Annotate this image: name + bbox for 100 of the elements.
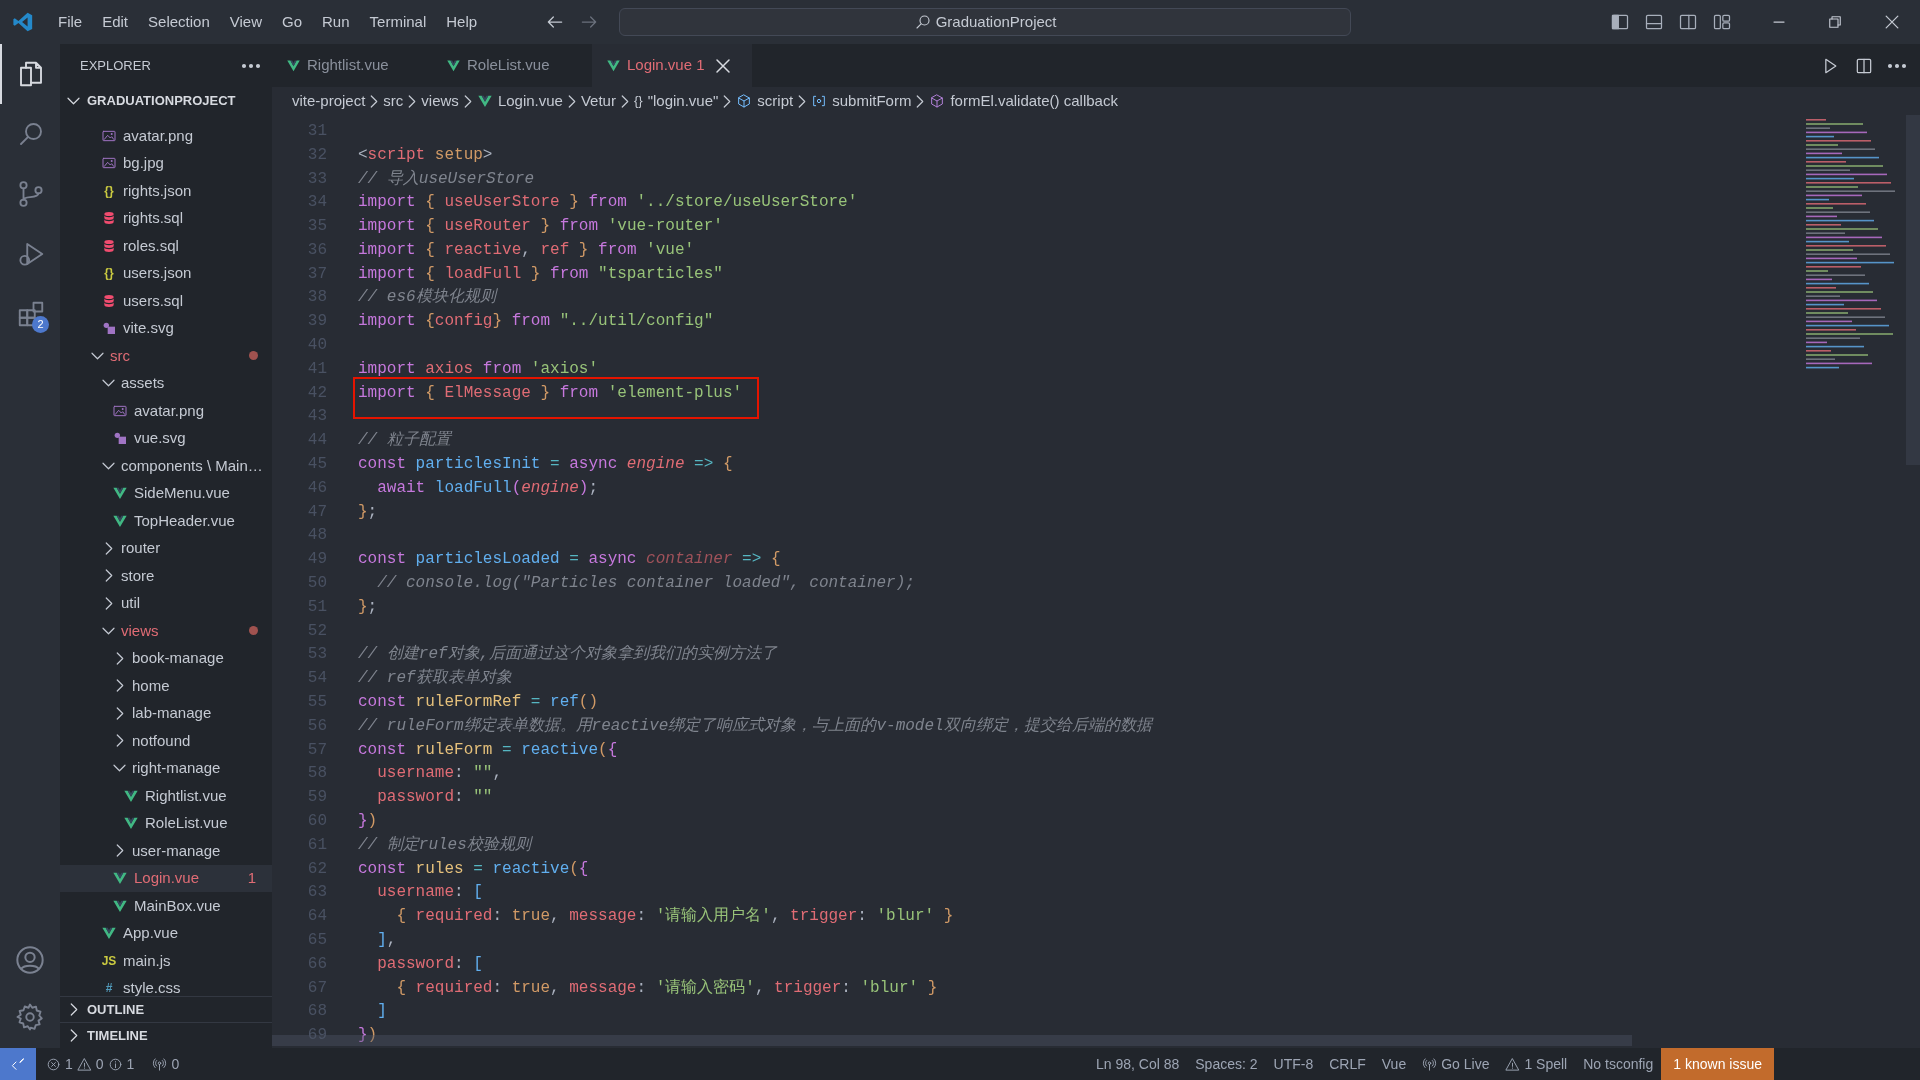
tree-item[interactable]: {} rights.json (60, 177, 272, 205)
breadcrumb-item[interactable]: formEl.validate() callback (929, 89, 1118, 113)
settings-icon[interactable] (15, 1002, 45, 1032)
status-item[interactable]: Spaces: 2 (1187, 1048, 1266, 1080)
tree-item[interactable]: router (60, 534, 272, 562)
tree-item[interactable]: RoleList.vue (60, 809, 272, 837)
warning-icon (76, 1056, 92, 1072)
code-line: }; (358, 501, 378, 523)
toggle-primary-sidebar-icon[interactable] (1610, 12, 1630, 32)
code-line: }) (358, 811, 378, 832)
editor-tab[interactable]: RoleList.vue (432, 44, 592, 87)
code-line: // 粒子配置 (358, 430, 451, 452)
tree-item[interactable]: right-manage (60, 754, 272, 782)
breadcrumb-item[interactable]: Vetur (580, 89, 616, 113)
tree-item[interactable]: TopHeader.vue (60, 507, 272, 535)
more-actions-icon[interactable] (242, 62, 260, 69)
tree-item[interactable]: rights.sql (60, 204, 272, 232)
tree-item[interactable]: util (60, 589, 272, 617)
tree-item[interactable]: bg.jpg (60, 149, 272, 177)
tree-item[interactable]: store (60, 562, 272, 590)
status-item[interactable]: 0 (152, 1048, 180, 1080)
tree-item[interactable]: App.vue (60, 919, 272, 947)
vue-file-icon (476, 93, 493, 109)
editor-tab[interactable]: Rightlist.vue (272, 44, 432, 87)
chevron-right-icon (106, 542, 112, 554)
tree-item[interactable]: users.sql (60, 287, 272, 315)
tree-item[interactable]: avatar.png (60, 122, 272, 150)
toggle-secondary-sidebar-icon[interactable] (1678, 12, 1698, 32)
status-item[interactable]: No tsconfig (1575, 1048, 1662, 1080)
tree-item[interactable]: vue.svg (60, 424, 272, 452)
tree-item[interactable]: Login.vue 1 (60, 864, 272, 892)
close-icon[interactable] (716, 59, 729, 72)
status-item[interactable]: CRLF (1321, 1048, 1374, 1080)
chevron-right-icon (621, 95, 628, 107)
toggle-panel-icon[interactable] (1644, 12, 1664, 32)
tree-item[interactable]: book-manage (60, 644, 272, 672)
source-control-icon (16, 179, 46, 209)
command-center[interactable]: GraduationProject (619, 8, 1352, 36)
status-item[interactable]: 1 (46, 1048, 73, 1080)
menu-item[interactable]: Edit (92, 7, 139, 37)
tree-item[interactable]: notfound (60, 727, 272, 755)
tree-item[interactable]: assets (60, 369, 272, 397)
breadcrumb-item[interactable]: {} "login.vue" (633, 89, 719, 113)
menu-item[interactable]: Help (436, 7, 488, 37)
json-file-icon: {} (101, 181, 117, 200)
tree-item[interactable]: SideMenu.vue (60, 479, 272, 507)
tree-item[interactable]: {} users.json (60, 259, 272, 287)
breadcrumb-item[interactable]: src (383, 89, 404, 113)
tree-item[interactable]: components \ Main… (60, 452, 272, 480)
tree-item[interactable]: home (60, 672, 272, 700)
breadcrumb-item[interactable]: Login.vue (476, 89, 563, 113)
account-icon[interactable] (14, 944, 46, 976)
tree-item[interactable]: roles.sql (60, 232, 272, 260)
tree-item[interactable]: # style.css (60, 974, 272, 996)
chevron-right-icon (409, 95, 416, 107)
status-item[interactable]: 1 (107, 1048, 135, 1080)
tree-item[interactable]: MainBox.vue (60, 892, 272, 920)
vue-file-icon (446, 58, 461, 73)
tree-item[interactable]: user-manage (60, 837, 272, 865)
tree-item[interactable]: JS main.js (60, 947, 272, 975)
menu-item[interactable]: Go (272, 7, 312, 37)
section-header[interactable]: OUTLINE (60, 996, 272, 1022)
info-icon (107, 1056, 123, 1072)
project-folder-header[interactable]: GRADUATIONPROJECT (60, 87, 272, 115)
status-item[interactable]: Ln 98, Col 88 (1088, 1048, 1188, 1080)
warning-icon (1505, 1056, 1521, 1072)
menu-item[interactable]: Selection (138, 7, 220, 37)
status-item[interactable]: 1 Spell (1497, 1048, 1576, 1080)
customize-layout-icon[interactable] (1712, 12, 1732, 32)
menu-item[interactable]: File (48, 7, 93, 37)
restore-icon[interactable] (1826, 13, 1844, 31)
more-actions-icon[interactable] (1888, 62, 1906, 69)
broadcast-icon (152, 1056, 168, 1072)
status-item[interactable]: 1 known issue (1661, 1048, 1774, 1080)
database-file-icon (101, 237, 117, 254)
tree-item[interactable]: views (60, 617, 272, 645)
status-item[interactable]: UTF-8 (1265, 1048, 1322, 1080)
tree-item[interactable]: avatar.png (60, 397, 272, 425)
code-line: import { useRouter } from 'vue-router' (358, 216, 723, 238)
menu-item[interactable]: Terminal (359, 7, 437, 37)
breadcrumb-item[interactable]: views (421, 89, 459, 113)
status-item[interactable]: Vue (1373, 1048, 1415, 1080)
chevron-right-icon (917, 95, 924, 107)
status-item[interactable]: Go Live (1414, 1048, 1498, 1080)
tree-item[interactable]: Rightlist.vue (60, 782, 272, 810)
tree-item[interactable]: vite.svg (60, 314, 272, 342)
menu-item[interactable]: View (219, 7, 272, 37)
breadcrumb-item[interactable]: script (736, 89, 794, 113)
chevron-right-icon (724, 95, 731, 107)
breadcrumb-item[interactable]: submitForm (811, 89, 912, 113)
tree-item[interactable]: src (60, 342, 272, 370)
tree-item[interactable]: lab-manage (60, 699, 272, 727)
status-item[interactable]: 0 (76, 1048, 104, 1080)
code-line: username: "", (376, 763, 503, 785)
menu-item[interactable]: Run (312, 7, 360, 37)
activity-bar-item[interactable]: 2 (0, 284, 60, 344)
breadcrumb-item[interactable]: vite-project (292, 89, 366, 113)
code-line: // console.log("Particles container loaded", container); (376, 573, 915, 595)
editor-tab[interactable]: Login.vue 1 (592, 44, 752, 87)
code-line: // ruleForm绑定表单数据。用reactive绑定了响应式对象，与上面的v-model双向绑定，提交给后端的数据 (358, 715, 1152, 737)
